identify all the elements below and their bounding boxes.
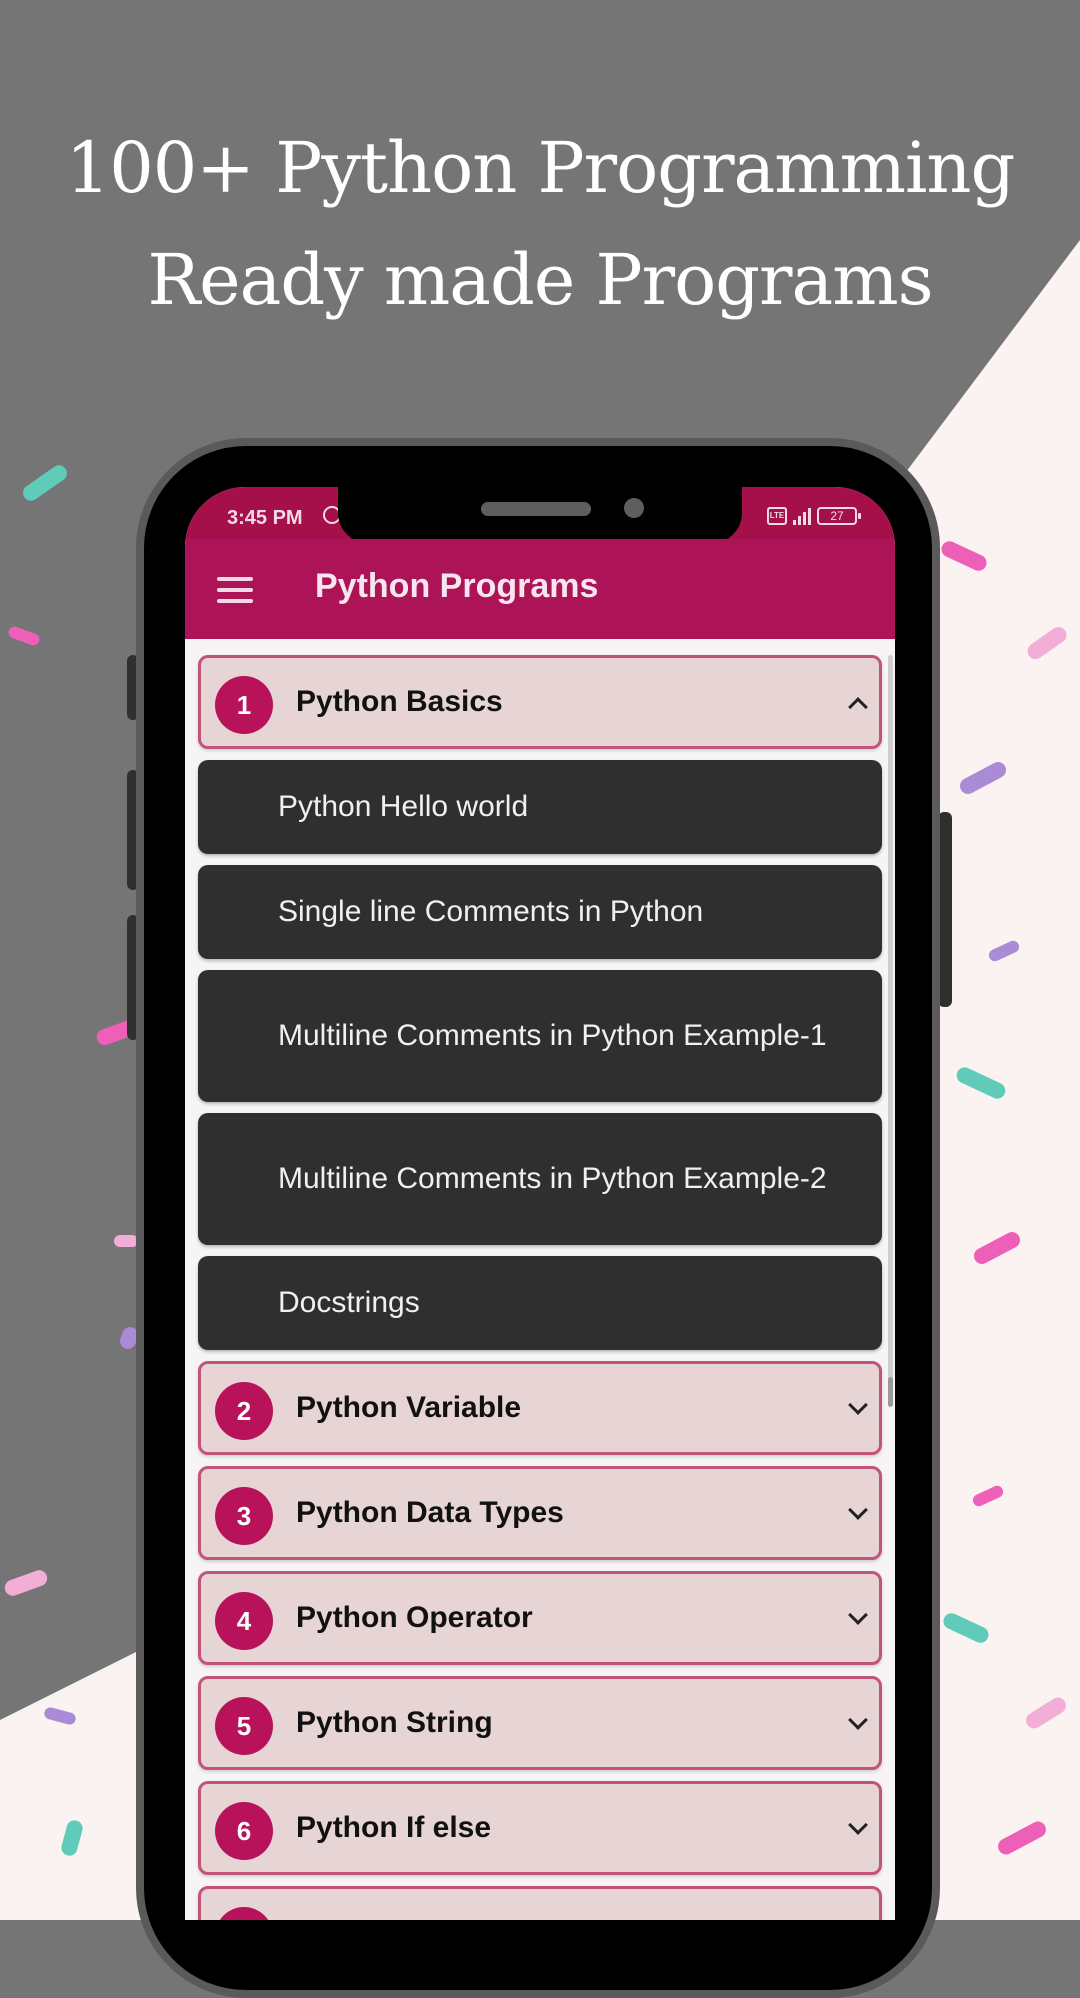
section-number-badge: 2 [215,1382,273,1440]
promo-headline-line1: 100+ Python Programming [65,127,1016,209]
section-header-python-data-types[interactable]: 3 Python Data Types [198,1466,882,1560]
program-item[interactable]: Single line Comments in Python [198,865,882,959]
sprinkle-decoration [19,462,71,504]
section-header-python-variable[interactable]: 2 Python Variable [198,1361,882,1455]
chevron-down-icon[interactable] [848,1395,868,1415]
section-number-badge: 6 [215,1802,273,1860]
section-header-python-basics[interactable]: 1 Python Basics [198,655,882,749]
program-item[interactable]: Multiline Comments in Python Example-1 [198,970,882,1102]
program-item[interactable]: Python Hello world [198,760,882,854]
program-item[interactable]: Multiline Comments in Python Example-2 [198,1113,882,1245]
front-camera [624,498,644,518]
app-title: Python Programs [315,567,599,605]
phone-power-button [938,812,952,1007]
chevron-up-icon[interactable] [848,697,868,717]
sprinkle-decoration [2,1567,50,1599]
section-number-badge: 3 [215,1487,273,1545]
phone-notch [338,487,742,543]
section-number-badge: 7 [215,1907,273,1920]
section-header-partial[interactable]: 7 [198,1886,882,1920]
section-header-python-if-else[interactable]: 6 Python If else [198,1781,882,1875]
section-title: Python If else [296,1811,492,1844]
section-title: Python String [296,1706,493,1739]
chevron-down-icon[interactable] [848,1710,868,1730]
chevron-down-icon[interactable] [848,1815,868,1835]
phone-screen: 3:45 PM LTE 27 Python Programs 1 Python … [185,487,895,1920]
section-title: Python Data Types [296,1496,564,1529]
section-header-python-string[interactable]: 5 Python String [198,1676,882,1770]
section-number-badge: 5 [215,1697,273,1755]
program-list: 1 Python Basics Python Hello world Singl… [198,655,882,1920]
section-number-badge: 4 [215,1592,273,1650]
promo-headline: 100+ Python Programming Ready made Progr… [0,112,1080,336]
section-title: Python Basics [296,685,503,718]
hamburger-menu-icon[interactable] [217,577,253,603]
sprinkle-decoration [114,1235,138,1247]
promo-headline-line2: Ready made Programs [147,239,933,321]
app-bar: Python Programs [185,539,895,639]
sprinkle-decoration [6,624,42,648]
chevron-down-icon[interactable] [848,1500,868,1520]
status-icons: LTE 27 [767,507,861,525]
section-header-python-operator[interactable]: 4 Python Operator [198,1571,882,1665]
chevron-down-icon[interactable] [848,1605,868,1625]
scrollbar-track[interactable] [888,655,893,1385]
volte-icon: LTE [767,507,787,525]
section-title: Python Operator [296,1601,533,1634]
battery-icon: 27 [817,507,861,525]
signal-icon [793,507,811,525]
status-time: 3:45 PM [227,507,303,529]
program-item[interactable]: Docstrings [198,1256,882,1350]
speaker-grille [481,502,591,516]
section-title: Python Variable [296,1391,522,1424]
section-number-badge: 1 [215,676,273,734]
scrollbar-thumb[interactable] [888,1377,893,1407]
